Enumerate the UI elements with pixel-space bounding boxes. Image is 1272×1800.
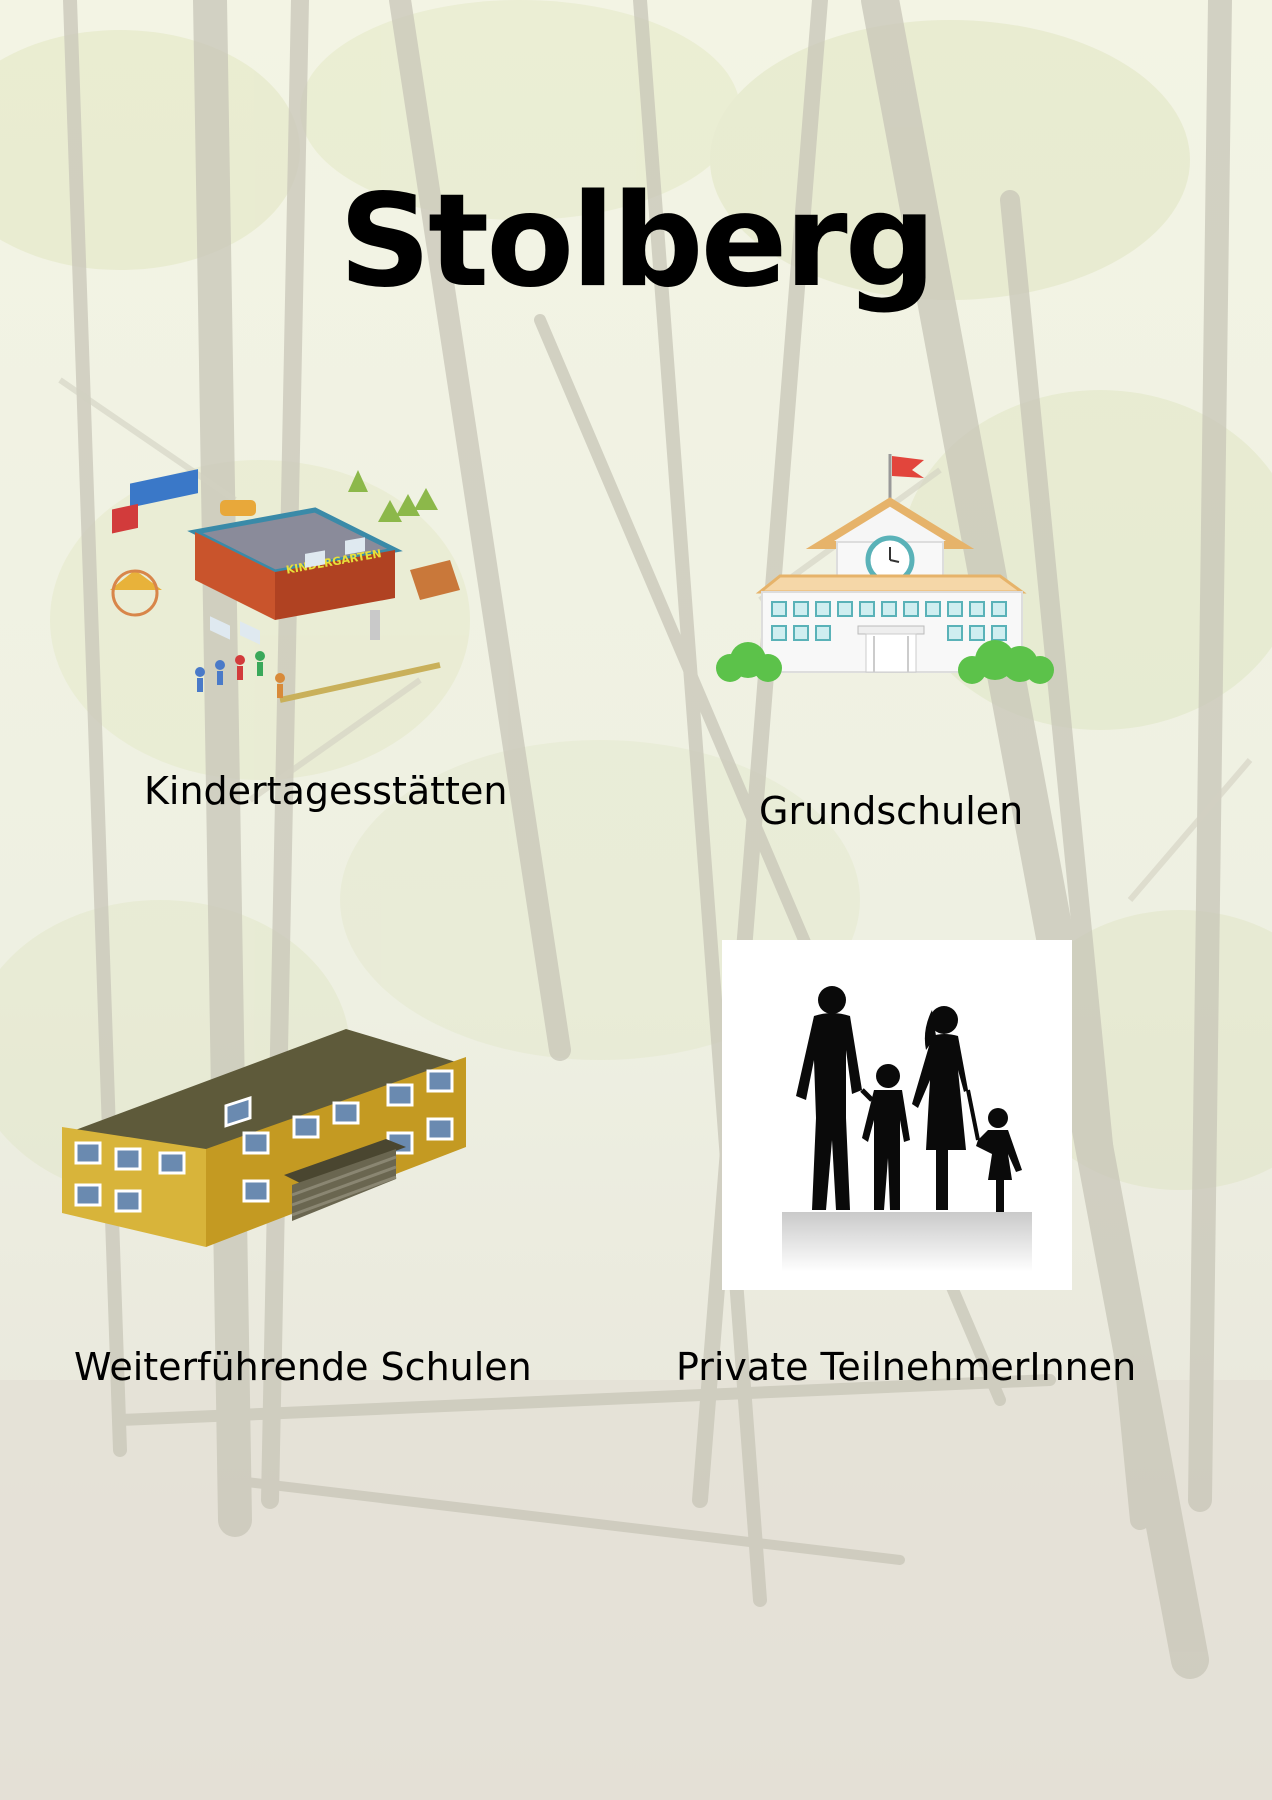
tile-kindertagesstaetten[interactable]: KINDERGARTEN Kindertagesstätten <box>90 440 530 820</box>
tile-label: Weiterführende Schulen <box>74 1345 532 1389</box>
tile-label: Grundschulen <box>759 789 1024 833</box>
tile-grundschulen[interactable]: Grundschulen <box>710 450 1090 840</box>
tile-label: Kindertagesstätten <box>144 769 508 813</box>
tile-weiterfuehrende-schulen[interactable]: Weiterführende Schulen <box>56 1025 546 1395</box>
tile-private-teilnehmerinnen[interactable]: Private TeilnehmerInnen <box>676 940 1156 1400</box>
primary-school-icon <box>716 454 1054 684</box>
family-silhouette-icon <box>722 940 1072 1290</box>
secondary-school-icon <box>62 1029 466 1247</box>
page-title: Stolberg <box>338 167 936 316</box>
kindergarten-icon: KINDERGARTEN <box>110 469 460 703</box>
tile-label: Private TeilnehmerInnen <box>676 1345 1137 1389</box>
